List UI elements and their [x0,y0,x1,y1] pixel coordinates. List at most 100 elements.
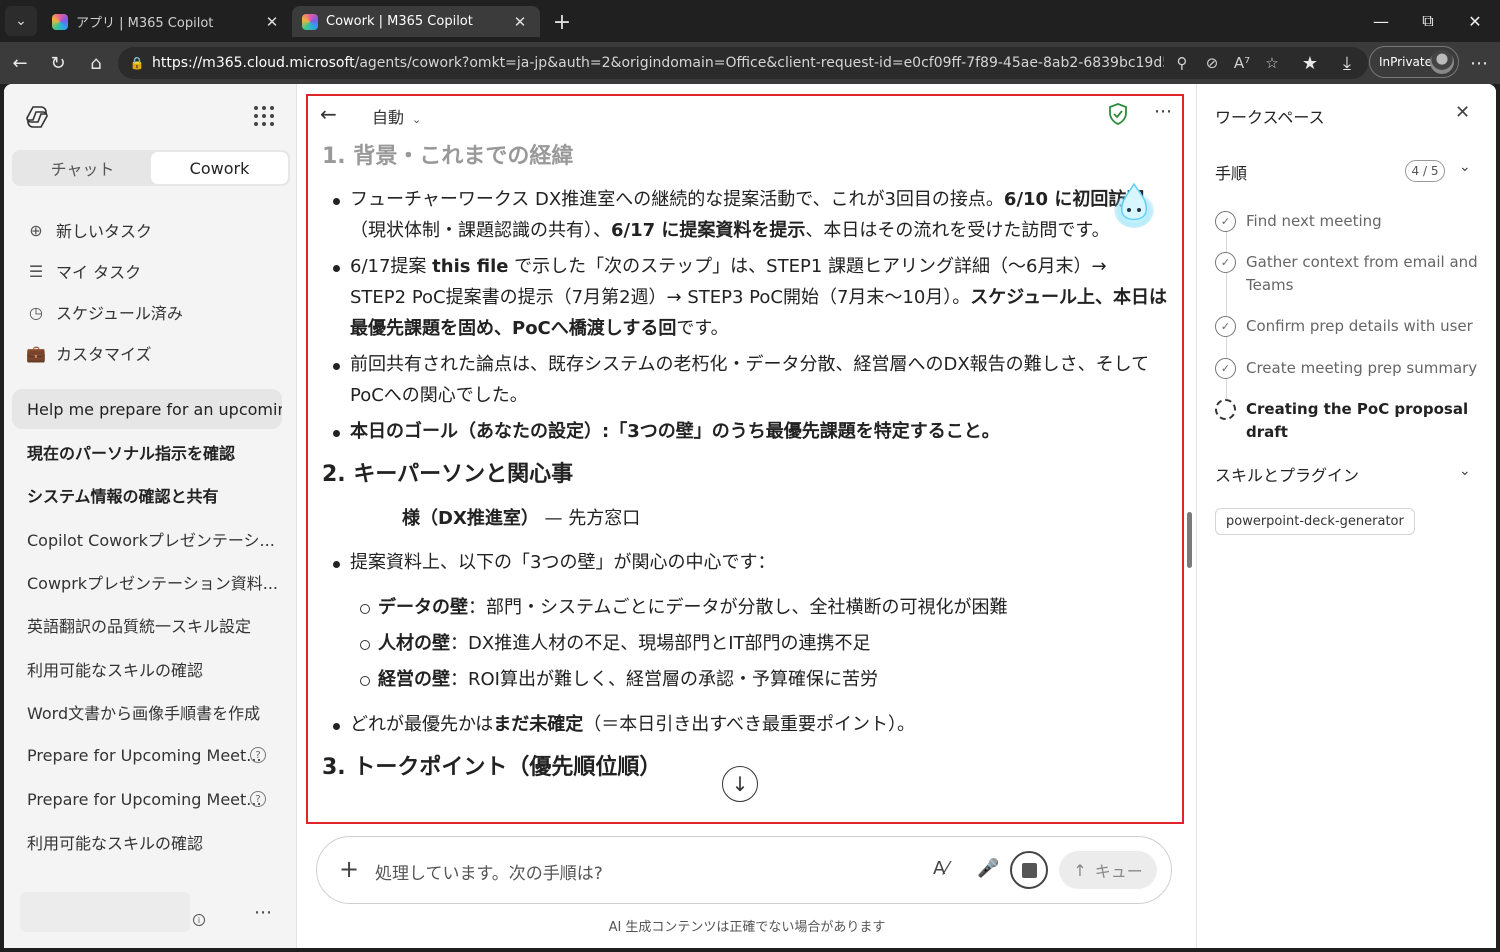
text-style-icon[interactable]: A⁄ [933,858,948,879]
close-icon[interactable]: ✕ [510,13,530,31]
refresh-button[interactable]: ↻ [44,50,72,76]
history-item[interactable]: Word文書から画像手順書を作成 [12,692,282,732]
microphone-icon[interactable]: 🎤 [977,858,999,879]
close-window-button[interactable]: ✕ [1460,8,1490,34]
refresh-icon: ↻ [50,52,66,74]
list-item: 6/17提案 this file で示した「次のステップ」は、STEP1 課題ヒ… [322,251,1168,344]
app-window: チャット Cowork ⊕ 新しいタスク ☰ マイ タスク ◷ スケジュール済み… [4,84,1496,948]
inprivate-badge[interactable]: InPrivate [1369,46,1459,78]
history-item[interactable]: システム情報の確認と共有 [12,475,282,515]
inprivate-label: InPrivate [1379,55,1432,69]
history-item[interactable]: Cowprkプレゼンテーション資料... [12,562,282,602]
new-tab-button[interactable]: + [548,8,576,36]
browser-menu-button[interactable]: ⋯ [1465,50,1493,76]
file-link[interactable]: this file [432,256,508,277]
zoom-icon[interactable]: ⚲ [1170,52,1194,74]
step-item: ✓ Confirm prep details with user [1215,315,1483,338]
check-circle-icon: ✓ [1215,358,1236,379]
skills-label: スキルとプラグイン [1215,466,1360,485]
history-item[interactable]: Prepare for Upcoming Meet...? [12,735,282,775]
minimize-button[interactable]: — [1366,8,1396,34]
history-item[interactable]: 英語翻訳の品質統一スキル設定 [12,605,282,645]
history-item[interactable]: Copilot Coworkプレゼンテーシ... [12,519,282,559]
customize-label: カスタマイズ [56,345,152,364]
my-tasks-button[interactable]: ☰ マイ タスク [26,258,141,284]
response-content: 1. 背景・これまでの経緯 フューチャーワークス DX推進室への継続的な提案活動… [322,132,1168,818]
my-tasks-label: マイ タスク [56,263,142,282]
info-icon[interactable]: i [193,914,205,926]
plus-icon[interactable]: + [339,855,359,883]
scrollbar-thumb[interactable] [1187,512,1192,568]
tab-chat[interactable]: チャット [14,152,151,184]
customize-button[interactable]: 💼 カスタマイズ [26,340,152,366]
downloads-button[interactable]: ⤓ [1333,50,1361,76]
queue-button[interactable]: ↑ キュー [1059,851,1157,889]
back-button[interactable]: ← [6,50,34,76]
new-task-button[interactable]: ⊕ 新しいタスク [26,217,152,243]
scheduled-label: スケジュール済み [56,304,183,323]
chevron-down-icon[interactable]: ⌄ [1459,159,1471,175]
ai-disclaimer: AI 生成コンテンツは正確でない場合があります [608,920,886,935]
close-icon: ✕ [1468,11,1482,31]
close-icon[interactable]: ✕ [262,13,282,31]
restore-icon: ⧉ [1422,11,1434,30]
scroll-to-bottom-button[interactable]: ↓ [722,766,758,802]
tab-title: Cowork | M365 Copilot [326,14,473,29]
prompt-composer[interactable]: + 処理しています。次の手順は? A⁄ 🎤 ↑ キュー [316,836,1172,904]
stop-button[interactable] [1010,851,1048,889]
favorite-star-icon[interactable]: ☆ [1260,52,1284,74]
url-text: https://m365.cloud.microsoft/agents/cowo… [152,55,1164,71]
read-aloud-icon[interactable]: A⁷ [1230,52,1254,74]
scheduled-button[interactable]: ◷ スケジュール済み [26,299,183,325]
prompt-input[interactable]: 処理しています。次の手順は? [375,859,603,884]
mode-label: 自動 [372,108,405,127]
help-badge-icon: ? [250,747,266,763]
new-task-label: 新しいタスク [56,222,153,241]
browser-toolbar: ← ↻ ⌂ 🔒 https://m365.cloud.microsoft/age… [0,42,1500,84]
mode-dropdown[interactable]: 自動 ⌄ [372,104,421,128]
sidebar-more-button[interactable]: ⋯ [254,902,273,923]
wall-item: 人材の壁：DX推進人材の不足、現場部門とIT部門の連携不足 [322,628,1168,659]
history-item[interactable]: 利用可能なスキルの確認 [12,649,282,689]
tab-cowork[interactable]: Cowork [151,152,288,184]
arrow-up-icon: ↑ [1073,860,1087,880]
app-launcher-icon[interactable] [254,106,274,126]
lock-icon[interactable]: 🔒 [128,54,146,72]
wall-item: 経営の壁：ROI算出が難しく、経営層の承認・予算確保に苦労 [322,664,1168,695]
list-item: フューチャーワークス DX推進室への継続的な提案活動で、これが3回目の接点。6/… [322,184,1168,246]
history-item[interactable]: Help me prepare for an upcomin... [12,389,282,429]
plus-circle-icon: ⊕ [29,220,43,240]
address-bar[interactable]: 🔒 https://m365.cloud.microsoft/agents/co… [118,47,1368,79]
section-heading: 1. 背景・これまでの経緯 [322,144,574,169]
close-icon: ✕ [1455,102,1471,123]
home-button[interactable]: ⌂ [82,50,110,76]
shield-check-icon[interactable] [1108,103,1128,125]
history-item[interactable]: Prepare for Upcoming Meet...? [12,779,282,819]
browser-tab-apps[interactable]: アプリ | M365 Copilot ✕ [42,6,292,37]
tracking-prevention-icon[interactable]: ⊘ [1200,52,1224,74]
back-button[interactable]: ← [320,102,337,126]
tab-actions-menu-button[interactable]: ⌄ [5,6,37,36]
more-options-button[interactable]: ⋯ [1154,101,1173,122]
cowork-main: ← 自動 ⌄ ⋯ 1. 背景・これまでの経緯 フューチャーワークス DX推進室への… [298,84,1196,948]
list-item: どれが最優先かはまだ未確定（＝本日引き出すべき最重要ポイント）。 [322,709,1168,740]
copilot-favicon-icon [302,13,318,30]
history-item[interactable]: 現在のパーソナル指示を確認 [12,432,282,472]
history-item[interactable]: 利用可能なスキルの確認 [12,822,282,862]
arrow-down-icon: ↓ [731,772,749,796]
browser-tab-cowork[interactable]: Cowork | M365 Copilot ✕ [292,6,540,37]
skill-chip[interactable]: powerpoint-deck-generator [1215,508,1415,535]
tab-title: アプリ | M365 Copilot [76,16,214,31]
copilot-logo-icon[interactable] [24,104,50,130]
profile-avatar [1430,50,1454,74]
account-area[interactable] [20,892,190,932]
close-panel-button[interactable]: ✕ [1455,102,1470,123]
home-icon: ⌂ [90,52,102,74]
chevron-down-icon[interactable]: ⌄ [1459,463,1471,479]
progress-spinner-icon [1215,399,1236,420]
queue-label: キュー [1094,862,1143,881]
check-circle-icon: ✓ [1215,316,1236,337]
favorites-button[interactable]: ★ [1296,50,1324,76]
restore-button[interactable]: ⧉ [1413,8,1443,34]
list-item: 本日のゴール（あなたの設定）:「3つの壁」のうち最優先課題を特定すること。 [322,416,1168,447]
